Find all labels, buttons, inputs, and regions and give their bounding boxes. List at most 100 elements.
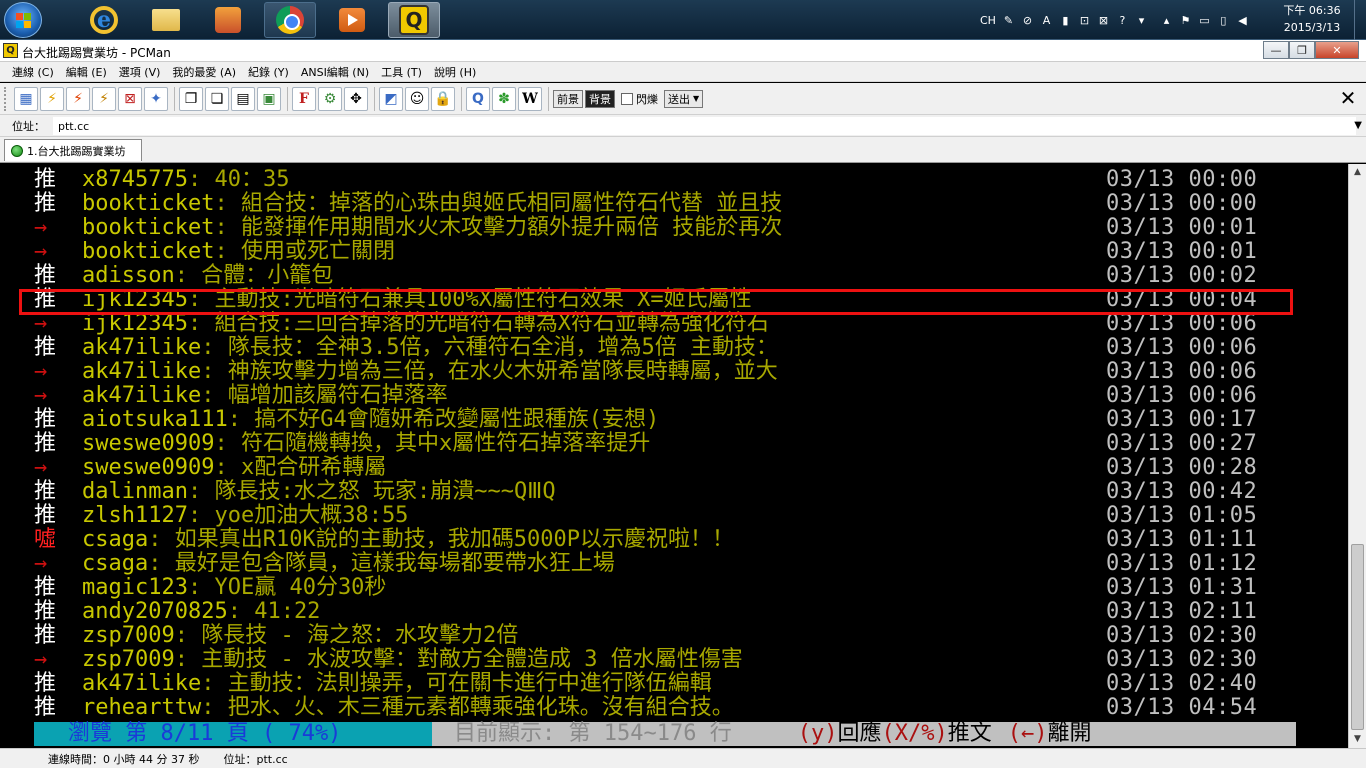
lock-button[interactable]: 🔒 (431, 86, 455, 111)
foreground-color-button[interactable]: 前景 (553, 89, 583, 108)
taskbar-app-button[interactable] (202, 2, 254, 38)
menu-edit[interactable]: 編輯 (E) (60, 64, 113, 80)
settings-button[interactable]: ⚙ (318, 86, 342, 111)
vertical-scrollbar[interactable]: ▲ ▼ (1348, 164, 1366, 748)
add-favorite-button[interactable]: ✦ (144, 86, 168, 111)
comment-user: zlsh1127: yoe加油大概38:55 (82, 504, 408, 528)
flag-icon[interactable]: ⚑ (1179, 14, 1192, 27)
comment-user: sweswe0909: x配合研希轉屬 (82, 456, 386, 480)
toolbar: ▦ ⚡ ⚡ ⚡ ⊠ ✦ ❐ ❏ ▤ ▣ F ⚙ ✥ ◩ ☺ 🔒 Q ✽ W 前景… (0, 83, 1366, 115)
pcman-app-icon[interactable]: Q (3, 43, 18, 58)
toolbar-close-button[interactable]: ✕ (1336, 87, 1360, 111)
comment-time: 03/13 00:06 (1106, 335, 1258, 360)
comment-colon: : (174, 263, 202, 288)
pcman-home-button[interactable]: Q (466, 86, 490, 111)
tab-ptt[interactable]: 1.台大批踢踢實業坊 (4, 139, 142, 161)
close-connection-button[interactable]: ⊠ (118, 86, 142, 111)
punctuation-icon[interactable]: ⊡ (1078, 14, 1091, 27)
minimize-button[interactable]: — (1263, 41, 1289, 59)
comment-username: sweswe0909 (82, 455, 215, 480)
close-button[interactable]: ✕ (1315, 41, 1359, 59)
ime-settings-icon[interactable]: ⊠ (1097, 14, 1110, 27)
scrollbar-thumb[interactable] (1351, 544, 1364, 730)
font-icon[interactable]: A (1040, 14, 1053, 27)
background-color-button[interactable]: 背景 (585, 89, 615, 108)
toolbar-separator (287, 86, 288, 111)
network-icon[interactable]: ▭ (1198, 14, 1211, 27)
options-dropdown-icon[interactable]: ▾ (1135, 14, 1148, 27)
menu-tools[interactable]: 工具 (T) (375, 64, 428, 80)
comment-user: rehearttw: 把水、火、木三種元素都轉乘強化珠。沒有組合技。 (82, 696, 734, 720)
comment-time: 03/13 00:01 (1106, 239, 1258, 264)
address-bar: 位址： ptt.cc (0, 115, 1366, 137)
volume-icon[interactable]: ◀ (1236, 14, 1249, 27)
comment-time: 03/13 00:06 (1106, 359, 1258, 384)
comment-row: 噓 csaga: 如果真出R10K說的主動技，我加碼5000P以示慶祝啦！！ 03/… (34, 528, 1294, 552)
copy-article-button[interactable]: ▤ (231, 86, 255, 111)
blink-label: 閃爍 (636, 92, 658, 106)
power-icon[interactable]: ▯ (1217, 14, 1230, 27)
comment-username: adisson (82, 263, 175, 288)
quick-connect-button[interactable]: ⚡ (40, 86, 64, 111)
menu-log[interactable]: 紀錄 (Y) (242, 64, 295, 80)
taskbar-pcman-button[interactable]: Q (388, 2, 440, 38)
copy-button[interactable]: ❐ (179, 86, 203, 111)
address-input[interactable]: ptt.cc (53, 116, 1356, 135)
taskbar-media-button[interactable] (326, 2, 378, 38)
comment-colon: : (174, 623, 202, 648)
comment-time: 03/13 00:00 (1106, 191, 1258, 216)
menu-connection[interactable]: 連線 (C) (6, 64, 60, 80)
comment-text: 主動技 - 水波攻擊：對敵方全體造成 3 倍水屬性傷害 (201, 647, 743, 672)
comment-text: x配合研希轉屬 (240, 455, 387, 480)
comment-username: ak47ilike (82, 359, 202, 384)
menu-help[interactable]: 說明 (H) (428, 64, 482, 80)
fullscreen-button[interactable]: ✥ (344, 86, 368, 111)
comment-row: → ak47ilike: 幅增加該屬符石掉落率 03/13 00:06 (34, 384, 1294, 408)
comment-text: 把水、火、木三種元素都轉乘強化珠。沒有組合技。 (227, 695, 734, 720)
toolbar-grip[interactable] (4, 86, 10, 111)
disconnect-button[interactable]: ⚡ (92, 86, 116, 111)
site-list-button[interactable]: ▦ (14, 86, 38, 111)
comment-tag: → (34, 359, 48, 384)
comment-colon: : (201, 383, 228, 408)
ime-mode-icon[interactable]: ⊘ (1021, 14, 1034, 27)
terminal-screen[interactable]: 推 x8745775: 40：35 03/13 00:00 推 bookticket: … (0, 164, 1348, 748)
comment-colon: : (214, 215, 241, 240)
taskbar-ie-button[interactable]: e (78, 2, 130, 38)
help-icon[interactable]: ? (1116, 14, 1129, 27)
show-desktop-button[interactable] (1354, 0, 1366, 40)
send-button[interactable]: 送出 ▼ (664, 89, 704, 108)
comment-tag: → (34, 551, 48, 576)
start-button[interactable] (4, 2, 42, 38)
ansi-editor-button[interactable]: ◩ (379, 86, 403, 111)
flower-icon: ✽ (498, 90, 510, 107)
fullwidth-icon[interactable]: ▮ (1059, 14, 1072, 27)
comment-username: bookticket (82, 239, 215, 264)
show-hidden-icons-icon[interactable]: ▴ (1160, 14, 1173, 27)
ime-icon[interactable]: ✎ (1002, 14, 1015, 27)
scroll-down-arrow-icon[interactable]: ▼ (1349, 731, 1366, 748)
taskbar-clock[interactable]: 下午 06:36 2015/3/13 (1272, 2, 1352, 38)
comment-time: 03/13 00:06 (1106, 383, 1258, 408)
blink-checkbox[interactable] (621, 92, 633, 105)
language-indicator[interactable]: CH (980, 14, 996, 27)
emoticons-button[interactable]: ☺ (405, 86, 429, 111)
taskbar-chrome-button[interactable] (264, 2, 316, 38)
address-dropdown-icon[interactable]: ▼ (1354, 120, 1362, 131)
menu-ansi-edit[interactable]: ANSI編輯 (N) (295, 64, 375, 80)
screenshot-button[interactable]: ▣ (257, 86, 281, 111)
paste-button[interactable]: ❏ (205, 86, 229, 111)
menu-favorites[interactable]: 我的最愛 (A) (166, 64, 242, 80)
menu-options[interactable]: 選項 (V) (113, 64, 167, 80)
comment-username: magic123 (82, 575, 188, 600)
scroll-up-arrow-icon[interactable]: ▲ (1349, 164, 1366, 181)
font-button[interactable]: F (292, 86, 316, 111)
wikipedia-button[interactable]: W (518, 86, 542, 111)
reconnect-button[interactable]: ⚡ (66, 86, 90, 111)
taskbar-explorer-button[interactable] (140, 2, 192, 38)
site-list-icon: ▦ (19, 90, 33, 107)
comment-row: → sweswe0909: x配合研希轉屬 03/13 00:28 (34, 456, 1294, 480)
plugin-button[interactable]: ✽ (492, 86, 516, 111)
maximize-button[interactable]: ❐ (1289, 41, 1315, 59)
comment-user: ijk12345: 組合技:三回合掉落的光暗符石轉為X符石並轉為強化符石 (82, 312, 769, 336)
